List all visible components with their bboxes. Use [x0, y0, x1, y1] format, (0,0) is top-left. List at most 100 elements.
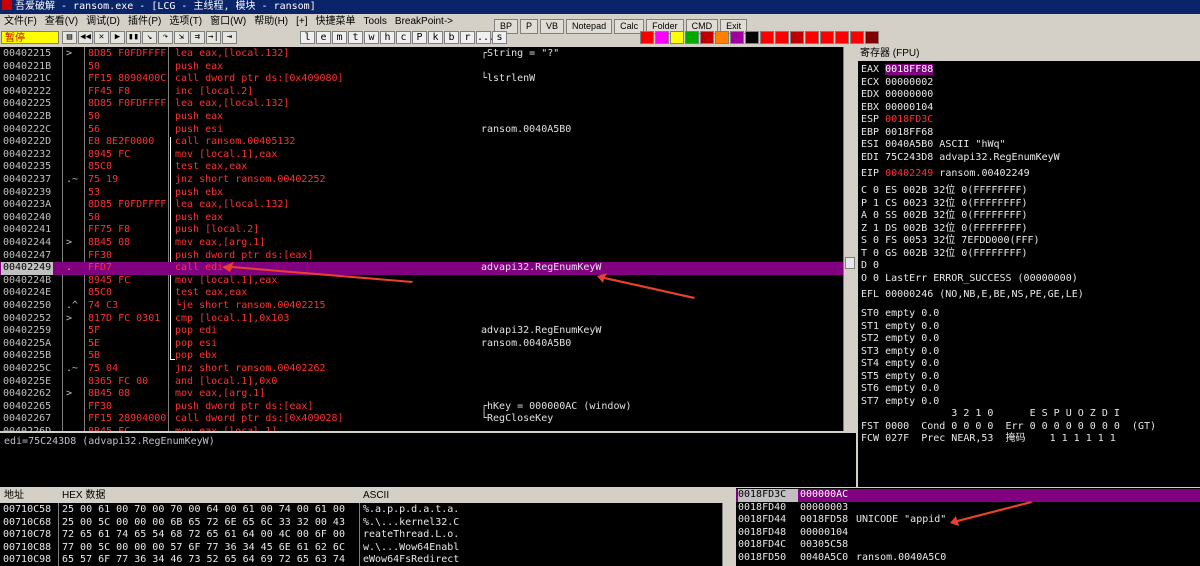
plugin-button[interactable] — [700, 31, 714, 44]
dump-scrollbar[interactable] — [722, 503, 736, 566]
window-button[interactable]: c — [396, 31, 411, 44]
register-value[interactable]: 75C243D8 — [885, 152, 933, 163]
flag-row[interactable]: S 0 FS 0053 32位 7EFDD000(FFF) — [861, 235, 1040, 248]
register-value[interactable]: 0018FF68 — [885, 127, 933, 138]
disasm-row[interactable]: 00402222 FF45 F8 inc [local.2] — [0, 86, 856, 99]
plugin-button[interactable] — [685, 31, 699, 44]
flag-row[interactable]: A 0 SS 002B 32位 0(FFFFFFFF) — [861, 210, 1028, 223]
disasm-row[interactable]: 0040225B 5B pop ebx — [0, 350, 856, 363]
plugin-button[interactable] — [850, 31, 864, 44]
register-row[interactable]: ESP 0018FD3C — [861, 114, 933, 127]
stack-pane[interactable]: 0018FD3C 000000AC 0018FD40 00000003 0018FD44… — [736, 488, 1200, 566]
register-row[interactable]: EBX 00000104 — [861, 102, 933, 115]
disasm-row[interactable]: 00402265 FF30 push dword ptr ds:[eax] ┌hKey… — [0, 401, 856, 414]
disasm-row[interactable]: 00402267 FF15 28904000 call dword ptr ds:[… — [0, 413, 856, 426]
register-value[interactable]: 0040A5B0 — [885, 139, 933, 150]
dump-addr-header[interactable]: 地址 — [4, 488, 24, 503]
disasm-row[interactable]: 0040226D 8B45 FC mov eax,[local.1] — [0, 426, 856, 431]
flag-row[interactable]: Z 1 DS 002B 32位 0(FFFFFFFF) — [861, 223, 1028, 236]
efl-row[interactable]: EFL 00000246 (NO,NB,E,BE,NS,PE,GE,LE) — [861, 289, 1084, 302]
register-row[interactable]: EBP 0018FF68 — [861, 127, 933, 140]
menu-item[interactable]: 帮助(H) — [250, 14, 292, 30]
fpu-st-row[interactable]: ST1 empty 0.0 — [861, 321, 939, 334]
window-button[interactable]: r — [460, 31, 475, 44]
menu-item[interactable]: 窗口(W) — [206, 14, 250, 30]
disasm-row[interactable]: 00402235 85C0 test eax,eax — [0, 161, 856, 174]
disasm-row[interactable]: 0040225E 8365 FC 00 and [local.1],0x0 — [0, 376, 856, 389]
register-value[interactable]: 00000104 — [885, 102, 933, 113]
disasm-row[interactable]: 0040222B 50 push eax — [0, 111, 856, 124]
register-value[interactable]: 00402249 — [885, 168, 933, 179]
disasm-row[interactable]: 00402232 8945 FC mov [local.1],eax — [0, 149, 856, 162]
fpu-st-row[interactable]: ST2 empty 0.0 — [861, 333, 939, 346]
dump-ascii-header[interactable]: ASCII — [363, 488, 389, 503]
flag-row[interactable]: T 0 GS 002B 32位 0(FFFFFFFF) — [861, 248, 1028, 261]
register-row[interactable]: EDI 75C243D8 advapi32.RegEnumKeyW — [861, 152, 1060, 165]
step-into-icon[interactable]: ↘ — [142, 31, 157, 44]
register-row[interactable]: ECX 00000002 — [861, 77, 933, 90]
plugin-button[interactable] — [835, 31, 849, 44]
menu-item[interactable]: [+] — [292, 14, 311, 30]
plugin-button[interactable] — [730, 31, 744, 44]
pause-icon[interactable]: ▮▮ — [126, 31, 141, 44]
register-row[interactable]: ESI 0040A5B0 ASCII "hWq" — [861, 139, 1006, 152]
plugin-button[interactable] — [865, 31, 879, 44]
trace-over-icon[interactable]: ⇉ — [190, 31, 205, 44]
register-value[interactable]: 00000000 — [885, 89, 933, 100]
menu-item[interactable]: 快捷菜单 — [312, 14, 360, 30]
disasm-row[interactable]: 00402259 5F pop edi advapi32.RegEnumKeyW — [0, 325, 856, 338]
plugin-button[interactable] — [670, 31, 684, 44]
disasm-row[interactable]: 00402252 >817D FC 0301 cmp [local.1],0x103 — [0, 313, 856, 326]
fpu-st-row[interactable]: ST5 empty 0.0 — [861, 371, 939, 384]
step-over-icon[interactable]: ↷ — [158, 31, 173, 44]
disasm-row[interactable]: 00402239 53 push ebx — [0, 187, 856, 200]
window-button[interactable]: s — [492, 31, 507, 44]
stack-row[interactable]: 0018FD40 00000003 — [736, 502, 1200, 515]
plugin-button[interactable] — [775, 31, 789, 44]
disassembly-scrollbar[interactable] — [843, 47, 856, 431]
disasm-row[interactable]: 0040225C .~ 75 04 jnz short ransom.00402262 — [0, 363, 856, 376]
stack-row[interactable]: 0018FD4C 00305C58 — [736, 539, 1200, 552]
play-icon[interactable]: ▶ — [110, 31, 125, 44]
window-button[interactable]: t — [348, 31, 363, 44]
plugin-button[interactable] — [640, 31, 654, 44]
scroll-thumb[interactable] — [845, 257, 855, 269]
plugin-button[interactable] — [745, 31, 759, 44]
fpu-st-row[interactable]: ST6 empty 0.0 — [861, 383, 939, 396]
menu-item[interactable]: 插件(P) — [124, 14, 165, 30]
register-value[interactable]: 0018FF88 — [885, 64, 934, 75]
fpu-st-row[interactable]: ST7 empty 0.0 — [861, 396, 939, 409]
flag-row[interactable]: D 0 — [861, 260, 879, 273]
fpu-st-row[interactable]: ST4 empty 0.0 — [861, 358, 939, 371]
execute-till-return-icon[interactable]: →| — [206, 31, 221, 44]
window-button[interactable]: P — [412, 31, 427, 44]
window-button[interactable]: e — [316, 31, 331, 44]
window-button[interactable]: ... — [476, 31, 495, 44]
disasm-row[interactable]: 00402249. FFD7 call edi advapi32.RegEnumKey… — [0, 262, 856, 275]
close-icon[interactable]: ✕ — [94, 31, 109, 44]
register-value[interactable]: 0018FD3C — [885, 114, 933, 125]
disasm-row[interactable]: 00402237 .~ 75 19 jnz short ransom.00402252 — [0, 174, 856, 187]
plugin-button[interactable] — [790, 31, 804, 44]
plugin-button[interactable] — [805, 31, 819, 44]
disasm-row[interactable]: 0040222D E8 8E2F0000 call ransom.00405132 — [0, 136, 856, 149]
plugin-button[interactable] — [655, 31, 669, 44]
fpu-st-row[interactable]: ST0 empty 0.0 — [861, 308, 939, 321]
flag-row[interactable]: O 0 LastErr ERROR_SUCCESS (00000000) — [861, 273, 1078, 286]
disasm-row[interactable]: 00402250 .^ 74 C3 └je short ransom.00402215 — [0, 300, 856, 313]
disasm-row[interactable]: 00402247 FF30 push dword ptr ds:[eax] — [0, 250, 856, 263]
stack-row[interactable]: 0018FD48 00000104 — [736, 527, 1200, 540]
hex-dump-pane[interactable]: 地址 HEX 数据 ASCII 00710C58 25 00 61 00 70 0… — [0, 488, 736, 566]
disasm-row[interactable]: 0040224E 85C0 test eax,eax — [0, 287, 856, 300]
disasm-row[interactable]: 0040221B 50 push eax — [0, 61, 856, 74]
menu-item[interactable]: 查看(V) — [41, 14, 82, 30]
dump-hex-header[interactable]: HEX 数据 — [62, 488, 105, 503]
disasm-row[interactable]: 0040221C FF15 8090400C call dword ptr ds:[… — [0, 73, 856, 86]
disasm-row[interactable]: 00402244 >8B45 08 mov eax,[arg.1] — [0, 237, 856, 250]
window-button[interactable]: l — [300, 31, 315, 44]
register-row[interactable]: EIP 00402249 ransom.00402249 — [861, 168, 1030, 181]
disasm-row[interactable]: 00402240 50 push eax — [0, 212, 856, 225]
disasm-row[interactable]: 00402262 >8B45 08 mov eax,[arg.1] — [0, 388, 856, 401]
registers-pane[interactable]: 寄存器 (FPU) EAX 0018FF88 ECX 00000002 EDX … — [858, 47, 1200, 487]
register-row[interactable]: EAX 0018FF88 — [861, 64, 934, 77]
